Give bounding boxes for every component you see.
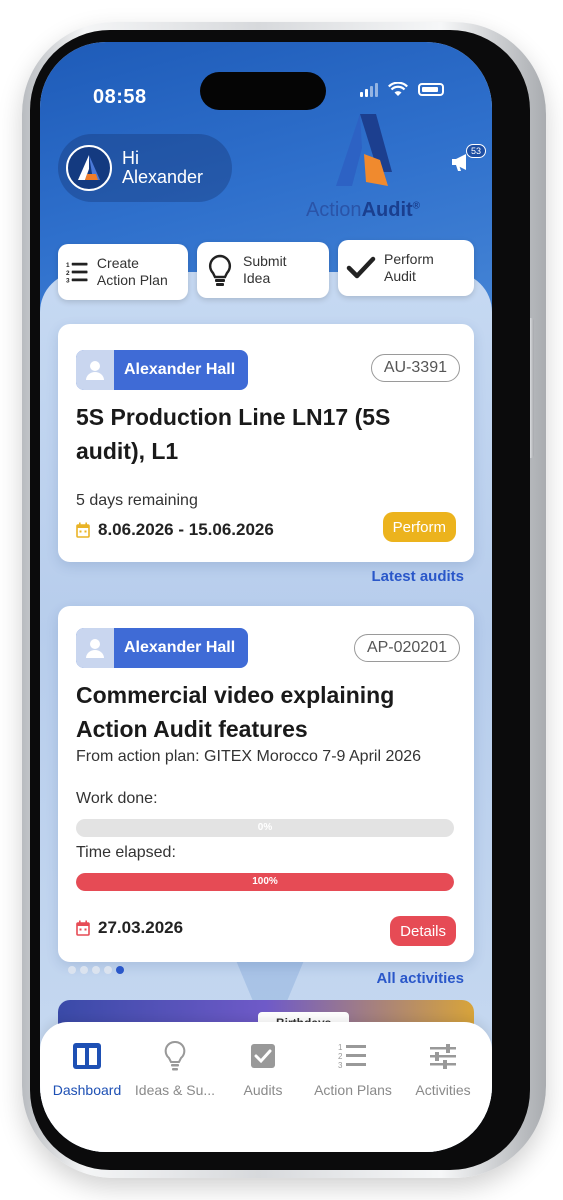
- user-logo-avatar: [66, 145, 112, 191]
- activity-subtitle: From action plan: GITEX Morocco 7-9 Apri…: [76, 748, 422, 765]
- action-audit-logo-mark: [336, 114, 392, 186]
- work-done-label: Work done:: [76, 790, 158, 807]
- brand-wordmark: ActionAudit®: [298, 199, 428, 222]
- nav-dashboard-label: Dashboard: [52, 1082, 122, 1098]
- create-action-plan-label: Create Action Plan: [96, 255, 168, 288]
- bottom-navigation: Dashboard Ideas & Su... Audits 1 2 3 Act…: [40, 1022, 492, 1152]
- carousel-dot[interactable]: [92, 966, 100, 974]
- carousel-dot[interactable]: [80, 966, 88, 974]
- carousel-dot-active[interactable]: [116, 966, 124, 974]
- greeting-hi: Hi: [122, 148, 139, 168]
- nav-ideas[interactable]: Ideas & Su...: [130, 1040, 220, 1098]
- calendar-icon: [76, 522, 90, 538]
- audit-date-range: 8.06.2026 - 15.06.2026: [98, 520, 274, 539]
- sliders-icon: [430, 1044, 456, 1069]
- svg-text:3: 3: [338, 1061, 343, 1070]
- brand-word-action: Action: [305, 199, 362, 221]
- activity-title: Commercial video explaining Action Audit…: [76, 682, 395, 742]
- activity-card[interactable]: Alexander Hall AP-020201 Commercial vide…: [58, 606, 474, 962]
- svg-text:1: 1: [338, 1043, 343, 1052]
- perform-audit-button[interactable]: Perform Audit: [338, 240, 474, 296]
- activity-code-badge: AP-020201: [353, 634, 460, 662]
- nav-activities[interactable]: Activities: [398, 1040, 488, 1098]
- audit-date-row: 8.06.2026 - 15.06.2026: [76, 520, 274, 540]
- time-elapsed-percent: 100%: [252, 876, 278, 887]
- assignee-chip: Alexander Hall: [76, 350, 248, 390]
- brand-registered-mark: ®: [412, 200, 421, 212]
- dynamic-island: [200, 72, 326, 110]
- submit-idea-button[interactable]: Submit Idea: [197, 242, 329, 298]
- carousel-dots[interactable]: [68, 966, 124, 974]
- nav-ideas-label: Ideas & Su...: [134, 1082, 216, 1098]
- submit-idea-label: Submit Idea: [243, 253, 287, 286]
- carousel-dot[interactable]: [104, 966, 112, 974]
- create-action-plan-button[interactable]: 1 2 3 Create Action Plan: [58, 244, 188, 300]
- svg-text:1: 1: [66, 262, 70, 269]
- calendar-icon: [76, 920, 90, 936]
- audit-code-badge: AU-3391: [370, 354, 460, 382]
- nav-action-plans-label: Action Plans: [314, 1082, 392, 1098]
- nav-action-plans[interactable]: 1 2 3 Action Plans: [308, 1040, 398, 1098]
- wifi-icon: [388, 82, 408, 96]
- greeting-text: Hi Alexander: [122, 149, 203, 187]
- app-screen: 08:58 Hi Alexander ActionAudit® 53 1 2 3…: [40, 42, 492, 1152]
- details-button[interactable]: Details: [390, 916, 456, 946]
- user-greeting[interactable]: Hi Alexander: [58, 134, 232, 202]
- time-elapsed-progress: 100%: [76, 873, 454, 891]
- checkmark-icon: [346, 256, 376, 279]
- cellular-signal-icon: [360, 82, 378, 97]
- svg-text:2: 2: [338, 1052, 343, 1061]
- lightbulb-icon: [208, 254, 232, 286]
- status-time: 08:58: [93, 86, 147, 108]
- carousel-dot[interactable]: [68, 966, 76, 974]
- assignee-chip: Alexander Hall: [76, 628, 248, 668]
- nav-activities-label: Activities: [415, 1082, 471, 1098]
- brand-logo: ActionAudit®: [298, 112, 428, 222]
- work-done-percent: 0%: [257, 822, 273, 833]
- svg-text:3: 3: [66, 278, 70, 285]
- user-avatar-icon: [76, 350, 114, 390]
- brand-word-audit: Audit: [361, 199, 413, 221]
- audit-remaining-text: 5 days remaining: [76, 492, 198, 509]
- svg-text:2: 2: [66, 270, 70, 277]
- nav-dashboard[interactable]: Dashboard: [42, 1040, 132, 1098]
- announcements-button[interactable]: 53: [450, 144, 487, 177]
- latest-audits-link[interactable]: Latest audits: [371, 568, 464, 585]
- notification-count-badge: 53: [466, 144, 487, 158]
- checkbox-icon: [251, 1044, 275, 1068]
- nav-audits-label: Audits: [243, 1082, 283, 1098]
- battery-icon: [418, 83, 444, 96]
- work-done-progress: 0%: [76, 819, 454, 837]
- user-avatar-icon: [76, 628, 114, 668]
- numbered-list-icon: 1 2 3: [66, 262, 88, 285]
- greeting-user-name: Alexander: [122, 167, 204, 187]
- all-activities-link[interactable]: All activities: [376, 970, 464, 987]
- lightbulb-icon: [164, 1040, 186, 1071]
- action-audit-logo-icon: [78, 155, 100, 180]
- perform-audit-label: Perform Audit: [384, 251, 434, 284]
- perform-button[interactable]: Perform: [382, 512, 456, 542]
- assignee-name: Alexander Hall: [124, 361, 236, 378]
- dashboard-icon: [73, 1043, 101, 1069]
- numbered-list-icon: 1 2 3: [338, 1043, 366, 1070]
- assignee-name: Alexander Hall: [124, 639, 236, 656]
- nav-audits[interactable]: Audits: [218, 1040, 308, 1098]
- audit-title: 5S Production Line LN17 (5S audit), L1: [76, 404, 391, 464]
- latest-audit-card[interactable]: Alexander Hall AU-3391 5S Production Lin…: [58, 324, 474, 562]
- time-elapsed-label: Time elapsed:: [76, 844, 176, 861]
- status-icons: [360, 82, 444, 97]
- activity-date-row: 27.03.2026: [76, 918, 183, 938]
- activity-date: 27.03.2026: [98, 918, 184, 937]
